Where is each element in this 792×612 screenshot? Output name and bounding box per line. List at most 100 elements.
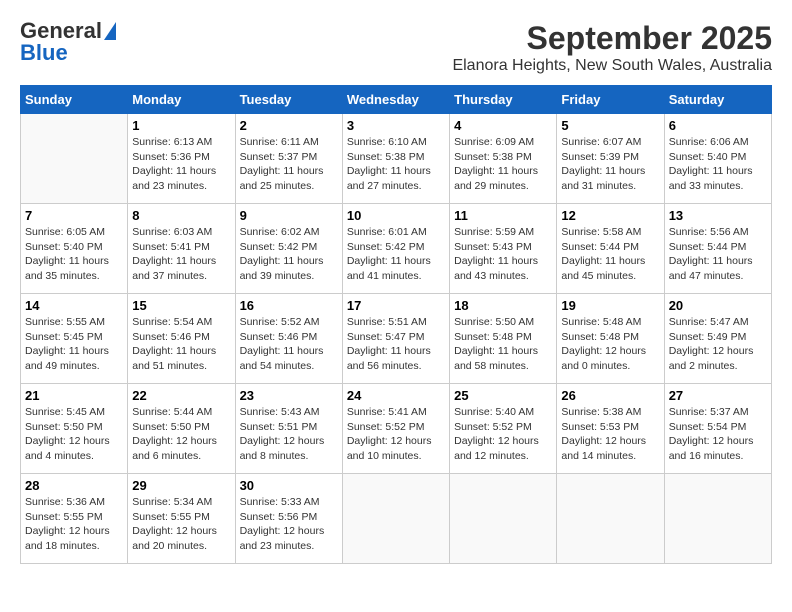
day-info: Sunrise: 5:54 AM Sunset: 5:46 PM Dayligh… [132, 315, 230, 374]
day-number: 13 [669, 208, 767, 223]
calendar-cell: 6 Sunrise: 6:06 AM Sunset: 5:40 PM Daylig… [664, 114, 771, 204]
day-number: 19 [561, 298, 659, 313]
calendar-cell: 21 Sunrise: 5:45 AM Sunset: 5:50 PM Dayli… [21, 384, 128, 474]
day-number: 22 [132, 388, 230, 403]
day-number: 15 [132, 298, 230, 313]
day-number: 21 [25, 388, 123, 403]
day-info: Sunrise: 5:48 AM Sunset: 5:48 PM Dayligh… [561, 315, 659, 374]
calendar-week-5: 28Sunrise: 5:36 AM Sunset: 5:55 PM Dayli… [21, 474, 772, 564]
day-info: Sunrise: 5:38 AM Sunset: 5:53 PM Dayligh… [561, 405, 659, 464]
calendar-cell: 12Sunrise: 5:58 AM Sunset: 5:44 PM Dayli… [557, 204, 664, 294]
day-info: Sunrise: 5:58 AM Sunset: 5:44 PM Dayligh… [561, 225, 659, 284]
day-number: 30 [240, 478, 338, 493]
calendar-cell [664, 474, 771, 564]
day-info: Sunrise: 6:10 AM Sunset: 5:38 PM Dayligh… [347, 135, 445, 194]
calendar-cell: 16 Sunrise: 5:52 AM Sunset: 5:46 PM Dayli… [235, 294, 342, 384]
logo-icon [104, 22, 116, 40]
day-info: Sunrise: 5:59 AM Sunset: 5:43 PM Dayligh… [454, 225, 552, 284]
day-info: Sunrise: 6:11 AM Sunset: 5:37 PM Dayligh… [240, 135, 338, 194]
day-number: 5 [561, 118, 659, 133]
day-number: 1 [132, 118, 230, 133]
calendar-cell: 26 Sunrise: 5:38 AM Sunset: 5:53 PM Dayli… [557, 384, 664, 474]
day-header-tuesday: Tuesday [235, 86, 342, 114]
day-number: 16 [240, 298, 338, 313]
day-info: Sunrise: 6:06 AM Sunset: 5:40 PM Dayligh… [669, 135, 767, 194]
location-subtitle: Elanora Heights, New South Wales, Austra… [452, 57, 772, 75]
day-number: 2 [240, 118, 338, 133]
day-info: Sunrise: 5:50 AM Sunset: 5:48 PM Dayligh… [454, 315, 552, 374]
calendar-cell [342, 474, 449, 564]
calendar-cell: 8Sunrise: 6:03 AM Sunset: 5:41 PM Daylig… [128, 204, 235, 294]
day-number: 9 [240, 208, 338, 223]
calendar-cell [450, 474, 557, 564]
calendar-cell: 29 Sunrise: 5:34 AM Sunset: 5:55 PM Dayli… [128, 474, 235, 564]
day-number: 11 [454, 208, 552, 223]
calendar-cell: 20 Sunrise: 5:47 AM Sunset: 5:49 PM Dayli… [664, 294, 771, 384]
day-number: 26 [561, 388, 659, 403]
day-number: 25 [454, 388, 552, 403]
day-header-monday: Monday [128, 86, 235, 114]
calendar-cell: 18 Sunrise: 5:50 AM Sunset: 5:48 PM Dayli… [450, 294, 557, 384]
day-number: 6 [669, 118, 767, 133]
calendar-cell: 24Sunrise: 5:41 AM Sunset: 5:52 PM Dayli… [342, 384, 449, 474]
day-number: 14 [25, 298, 123, 313]
calendar-cell: 1 Sunrise: 6:13 AM Sunset: 5:36 PM Daylig… [128, 114, 235, 204]
logo-general: General [20, 20, 102, 42]
day-number: 23 [240, 388, 338, 403]
calendar-table: SundayMondayTuesdayWednesdayThursdayFrid… [20, 85, 772, 564]
month-title: September 2025 [452, 20, 772, 57]
day-info: Sunrise: 6:05 AM Sunset: 5:40 PM Dayligh… [25, 225, 123, 284]
day-number: 18 [454, 298, 552, 313]
day-info: Sunrise: 5:34 AM Sunset: 5:55 PM Dayligh… [132, 495, 230, 554]
day-info: Sunrise: 5:37 AM Sunset: 5:54 PM Dayligh… [669, 405, 767, 464]
calendar-cell: 30 Sunrise: 5:33 AM Sunset: 5:56 PM Dayli… [235, 474, 342, 564]
day-number: 29 [132, 478, 230, 493]
calendar-week-2: 7 Sunrise: 6:05 AM Sunset: 5:40 PM Daylig… [21, 204, 772, 294]
calendar-cell: 22Sunrise: 5:44 AM Sunset: 5:50 PM Dayli… [128, 384, 235, 474]
calendar-cell: 4 Sunrise: 6:09 AM Sunset: 5:38 PM Daylig… [450, 114, 557, 204]
day-info: Sunrise: 5:43 AM Sunset: 5:51 PM Dayligh… [240, 405, 338, 464]
calendar-cell: 9 Sunrise: 6:02 AM Sunset: 5:42 PM Daylig… [235, 204, 342, 294]
calendar-cell: 25 Sunrise: 5:40 AM Sunset: 5:52 PM Dayli… [450, 384, 557, 474]
calendar-week-3: 14 Sunrise: 5:55 AM Sunset: 5:45 PM Dayli… [21, 294, 772, 384]
day-info: Sunrise: 5:45 AM Sunset: 5:50 PM Dayligh… [25, 405, 123, 464]
day-number: 4 [454, 118, 552, 133]
day-info: Sunrise: 6:07 AM Sunset: 5:39 PM Dayligh… [561, 135, 659, 194]
calendar-cell: 19 Sunrise: 5:48 AM Sunset: 5:48 PM Dayli… [557, 294, 664, 384]
day-info: Sunrise: 5:52 AM Sunset: 5:46 PM Dayligh… [240, 315, 338, 374]
day-info: Sunrise: 6:02 AM Sunset: 5:42 PM Dayligh… [240, 225, 338, 284]
calendar-header-row: SundayMondayTuesdayWednesdayThursdayFrid… [21, 86, 772, 114]
day-info: Sunrise: 5:56 AM Sunset: 5:44 PM Dayligh… [669, 225, 767, 284]
day-info: Sunrise: 6:09 AM Sunset: 5:38 PM Dayligh… [454, 135, 552, 194]
page-header: General Blue September 2025 Elanora Heig… [20, 20, 772, 75]
day-info: Sunrise: 6:13 AM Sunset: 5:36 PM Dayligh… [132, 135, 230, 194]
logo-blue: Blue [20, 42, 68, 64]
day-info: Sunrise: 5:55 AM Sunset: 5:45 PM Dayligh… [25, 315, 123, 374]
logo: General Blue [20, 20, 116, 64]
calendar-cell [557, 474, 664, 564]
calendar-week-4: 21 Sunrise: 5:45 AM Sunset: 5:50 PM Dayli… [21, 384, 772, 474]
calendar-cell [21, 114, 128, 204]
day-info: Sunrise: 6:03 AM Sunset: 5:41 PM Dayligh… [132, 225, 230, 284]
calendar-cell: 28Sunrise: 5:36 AM Sunset: 5:55 PM Dayli… [21, 474, 128, 564]
day-number: 17 [347, 298, 445, 313]
day-number: 3 [347, 118, 445, 133]
calendar-week-1: 1 Sunrise: 6:13 AM Sunset: 5:36 PM Daylig… [21, 114, 772, 204]
calendar-cell: 5 Sunrise: 6:07 AM Sunset: 5:39 PM Daylig… [557, 114, 664, 204]
day-number: 20 [669, 298, 767, 313]
day-info: Sunrise: 5:36 AM Sunset: 5:55 PM Dayligh… [25, 495, 123, 554]
calendar-cell: 7 Sunrise: 6:05 AM Sunset: 5:40 PM Daylig… [21, 204, 128, 294]
day-header-wednesday: Wednesday [342, 86, 449, 114]
title-block: September 2025 Elanora Heights, New Sout… [452, 20, 772, 75]
day-info: Sunrise: 5:41 AM Sunset: 5:52 PM Dayligh… [347, 405, 445, 464]
day-number: 7 [25, 208, 123, 223]
day-info: Sunrise: 5:33 AM Sunset: 5:56 PM Dayligh… [240, 495, 338, 554]
day-header-saturday: Saturday [664, 86, 771, 114]
day-info: Sunrise: 5:40 AM Sunset: 5:52 PM Dayligh… [454, 405, 552, 464]
calendar-cell: 23 Sunrise: 5:43 AM Sunset: 5:51 PM Dayli… [235, 384, 342, 474]
day-info: Sunrise: 5:51 AM Sunset: 5:47 PM Dayligh… [347, 315, 445, 374]
calendar-cell: 27Sunrise: 5:37 AM Sunset: 5:54 PM Dayli… [664, 384, 771, 474]
calendar-cell: 14 Sunrise: 5:55 AM Sunset: 5:45 PM Dayli… [21, 294, 128, 384]
calendar-cell: 15 Sunrise: 5:54 AM Sunset: 5:46 PM Dayli… [128, 294, 235, 384]
day-info: Sunrise: 5:47 AM Sunset: 5:49 PM Dayligh… [669, 315, 767, 374]
